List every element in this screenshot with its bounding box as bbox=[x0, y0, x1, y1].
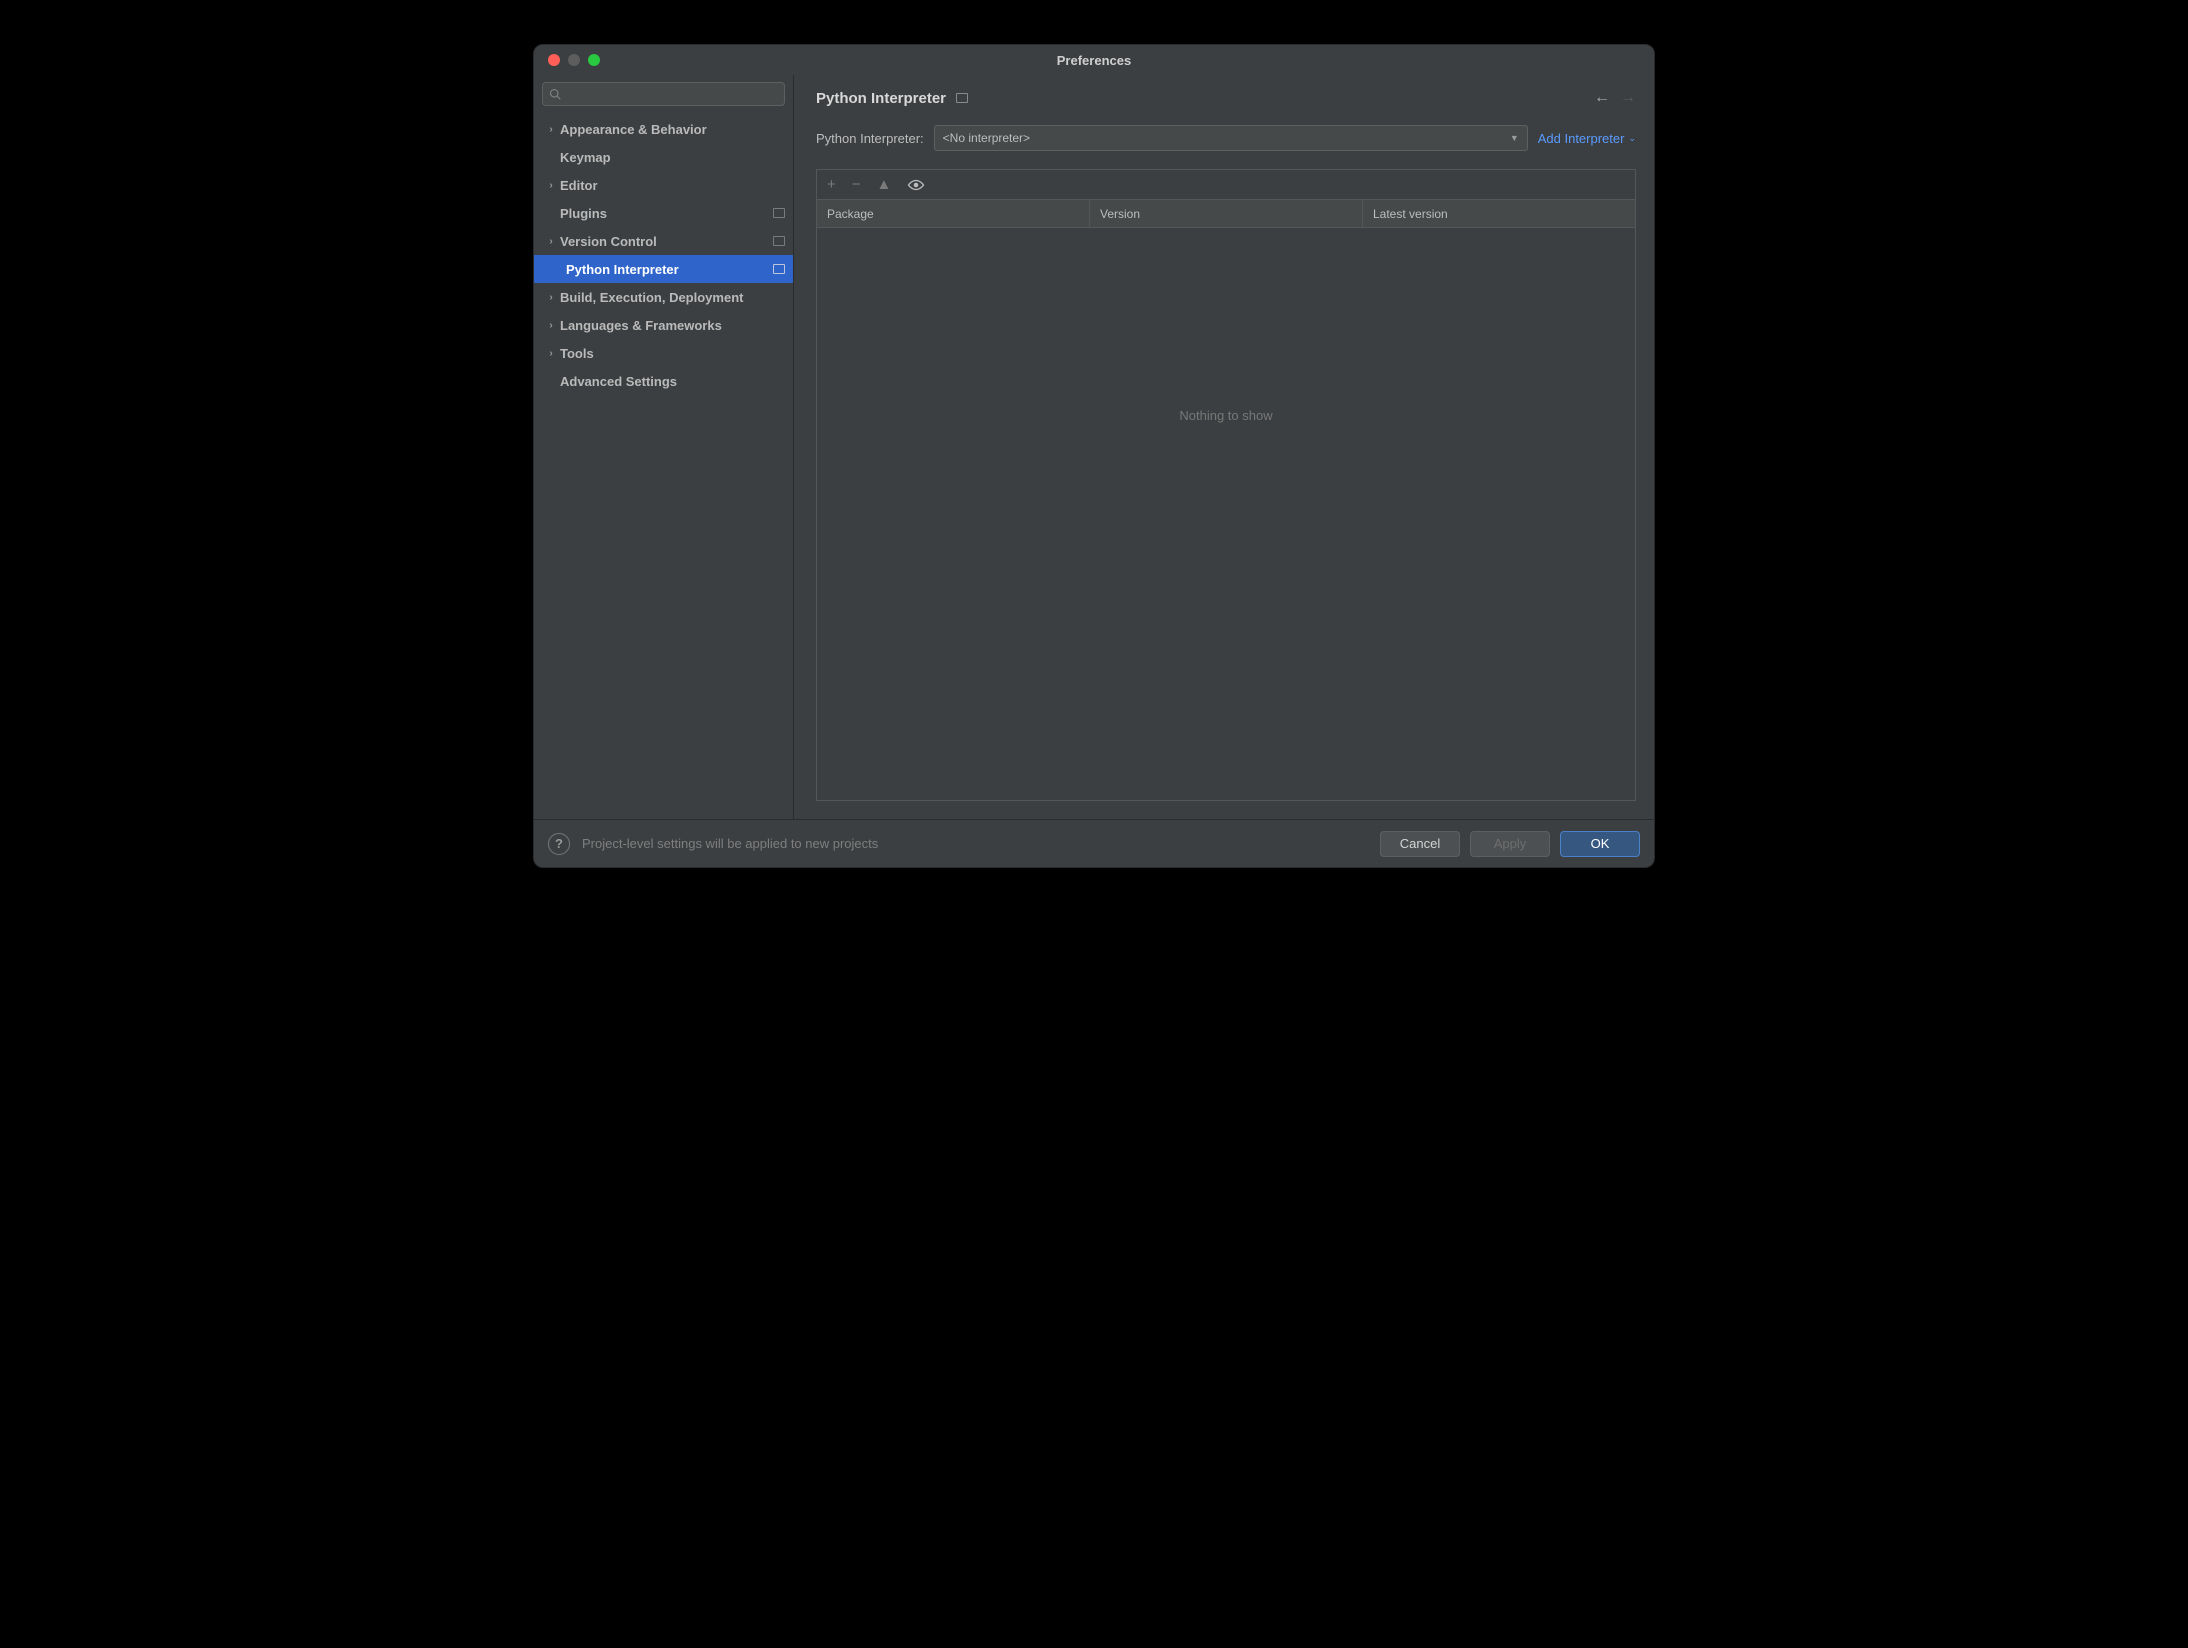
chevron-down-icon: ▼ bbox=[1510, 133, 1519, 143]
column-latest[interactable]: Latest version bbox=[1363, 200, 1635, 227]
sidebar-item-label: Languages & Frameworks bbox=[560, 318, 783, 333]
chevron-right-icon: › bbox=[544, 292, 558, 303]
sidebar-item-label: Keymap bbox=[560, 150, 783, 165]
apply-button[interactable]: Apply bbox=[1470, 831, 1550, 857]
history-nav: ← → bbox=[1594, 89, 1636, 107]
sidebar: ›Appearance & Behavior›Keymap›Editor›Plu… bbox=[534, 75, 794, 819]
zoom-icon[interactable] bbox=[588, 54, 600, 66]
packages-header: Package Version Latest version bbox=[817, 200, 1635, 228]
interpreter-value: <No interpreter> bbox=[943, 131, 1030, 145]
main-header: Python Interpreter ← → bbox=[794, 75, 1654, 107]
sidebar-item-label: Build, Execution, Deployment bbox=[560, 290, 783, 305]
back-icon[interactable]: ← bbox=[1594, 89, 1610, 107]
project-scope-icon bbox=[956, 93, 968, 103]
minimize-icon bbox=[568, 54, 580, 66]
project-scope-icon bbox=[773, 208, 785, 218]
column-package[interactable]: Package bbox=[817, 200, 1090, 227]
packages-panel: + − ▲ Package Version Latest version Not… bbox=[816, 169, 1636, 801]
sidebar-item-label: Editor bbox=[560, 178, 783, 193]
remove-package-icon[interactable]: − bbox=[852, 176, 861, 193]
sidebar-item-version-control[interactable]: ›Version Control bbox=[534, 227, 793, 255]
add-interpreter-link[interactable]: Add Interpreter ⌄ bbox=[1538, 131, 1636, 146]
upgrade-package-icon[interactable]: ▲ bbox=[877, 176, 892, 193]
window-title: Preferences bbox=[534, 53, 1654, 68]
sidebar-item-plugins[interactable]: ›Plugins bbox=[534, 199, 793, 227]
ok-button[interactable]: OK bbox=[1560, 831, 1640, 857]
sidebar-item-label: Advanced Settings bbox=[560, 374, 783, 389]
column-version[interactable]: Version bbox=[1090, 200, 1363, 227]
interpreter-row: Python Interpreter: <No interpreter> ▼ A… bbox=[794, 107, 1654, 151]
sidebar-item-label: Appearance & Behavior bbox=[560, 122, 783, 137]
search-field[interactable] bbox=[565, 87, 778, 101]
page-title: Python Interpreter bbox=[816, 90, 946, 107]
help-icon[interactable]: ? bbox=[548, 833, 570, 855]
sidebar-item-label: Plugins bbox=[560, 206, 783, 221]
forward-icon: → bbox=[1620, 89, 1636, 107]
chevron-right-icon: › bbox=[544, 180, 558, 191]
add-interpreter-label: Add Interpreter bbox=[1538, 131, 1625, 146]
close-icon[interactable] bbox=[548, 54, 560, 66]
project-scope-icon bbox=[773, 236, 785, 246]
sidebar-item-label: Tools bbox=[560, 346, 783, 361]
chevron-right-icon: › bbox=[544, 320, 558, 331]
titlebar: Preferences bbox=[534, 45, 1654, 75]
interpreter-dropdown[interactable]: <No interpreter> ▼ bbox=[934, 125, 1528, 151]
footer-hint: Project-level settings will be applied t… bbox=[582, 836, 878, 851]
chevron-right-icon: › bbox=[544, 236, 558, 247]
sidebar-item-label: Version Control bbox=[560, 234, 783, 249]
chevron-right-icon: › bbox=[544, 124, 558, 135]
preferences-window: Preferences ›Appearance & Behavior›Keyma… bbox=[533, 44, 1655, 868]
chevron-down-icon: ⌄ bbox=[1628, 133, 1636, 144]
sidebar-item-editor[interactable]: ›Editor bbox=[534, 171, 793, 199]
packages-toolbar: + − ▲ bbox=[817, 170, 1635, 200]
interpreter-label: Python Interpreter: bbox=[816, 131, 924, 146]
add-package-icon[interactable]: + bbox=[827, 176, 836, 193]
search-icon bbox=[549, 88, 561, 100]
footer: ? Project-level settings will be applied… bbox=[534, 819, 1654, 867]
chevron-right-icon: › bbox=[544, 348, 558, 359]
project-scope-icon bbox=[773, 264, 785, 274]
sidebar-item-build-execution-deployment[interactable]: ›Build, Execution, Deployment bbox=[534, 283, 793, 311]
packages-empty: Nothing to show bbox=[817, 228, 1635, 800]
sidebar-item-advanced-settings[interactable]: ›Advanced Settings bbox=[534, 367, 793, 395]
sidebar-item-appearance-behavior[interactable]: ›Appearance & Behavior bbox=[534, 115, 793, 143]
search-input[interactable] bbox=[542, 82, 785, 106]
body: ›Appearance & Behavior›Keymap›Editor›Plu… bbox=[534, 75, 1654, 819]
sidebar-item-label: Python Interpreter bbox=[560, 262, 783, 277]
show-early-releases-icon[interactable] bbox=[907, 179, 925, 191]
sidebar-item-python-interpreter[interactable]: ›Python Interpreter bbox=[534, 255, 793, 283]
window-controls bbox=[548, 54, 600, 66]
settings-tree: ›Appearance & Behavior›Keymap›Editor›Plu… bbox=[534, 113, 793, 819]
sidebar-item-languages-frameworks[interactable]: ›Languages & Frameworks bbox=[534, 311, 793, 339]
main-panel: Python Interpreter ← → Python Interprete… bbox=[794, 75, 1654, 819]
sidebar-item-tools[interactable]: ›Tools bbox=[534, 339, 793, 367]
cancel-button[interactable]: Cancel bbox=[1380, 831, 1460, 857]
sidebar-item-keymap[interactable]: ›Keymap bbox=[534, 143, 793, 171]
